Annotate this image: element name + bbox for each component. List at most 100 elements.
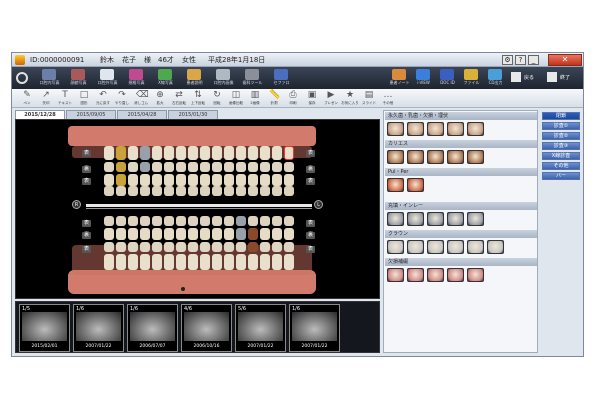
treatment-icon[interactable] [387,240,404,254]
tooth[interactable] [212,162,222,172]
aux-tool-button[interactable]: CD出力 [484,69,507,87]
tooth[interactable] [188,216,198,226]
tooth[interactable] [152,174,162,186]
tooth[interactable] [200,186,210,196]
tooth[interactable] [104,162,114,172]
main-tool-button[interactable]: セファロ [268,69,295,87]
xray-thumbnail[interactable]: 1/6 2007/01/22 [289,304,340,352]
treatment-icon[interactable] [387,268,404,282]
tooth[interactable] [116,174,126,186]
tooth[interactable] [152,228,162,240]
side-button[interactable]: その他 [542,162,580,170]
tooth[interactable] [164,216,174,226]
tooth[interactable] [104,174,114,186]
tooth[interactable] [272,228,282,240]
tooth[interactable] [272,254,282,270]
tooth[interactable] [224,186,234,196]
tooth[interactable] [224,146,234,160]
treatment-icon[interactable] [467,212,484,226]
tooth[interactable] [188,162,198,172]
close-button[interactable]: ✕ [548,54,582,66]
tooth[interactable] [176,186,186,196]
tooth[interactable] [284,174,294,186]
tooth[interactable] [212,146,222,160]
tooth[interactable] [236,186,246,196]
xray-thumbnail[interactable]: 5/6 2007/01/22 [235,304,286,352]
xray-thumbnail[interactable]: 1/6 2006/07/07 [127,304,178,352]
tooth[interactable] [224,174,234,186]
tooth[interactable] [152,254,162,270]
tooth[interactable] [152,186,162,196]
treatment-icon[interactable] [427,122,444,136]
tooth[interactable] [200,146,210,160]
tooth[interactable] [188,228,198,240]
tooth[interactable] [260,254,270,270]
tooth[interactable] [140,174,150,186]
tooth[interactable] [116,216,126,226]
tooth[interactable] [236,162,246,172]
main-tool-button[interactable]: 顔貌写真 [65,69,92,87]
tooth[interactable] [104,186,114,196]
aux-tool-button[interactable]: 患者ノート [388,69,411,87]
tooth[interactable] [284,162,294,172]
tooth[interactable] [104,216,114,226]
tooth[interactable] [176,162,186,172]
tooth[interactable] [140,162,150,172]
side-button[interactable]: 診査③ [542,142,580,150]
tooth[interactable] [164,174,174,186]
tooth[interactable] [140,216,150,226]
tooth[interactable] [104,228,114,240]
tooth[interactable] [236,216,246,226]
tooth[interactable] [176,228,186,240]
main-tool-button[interactable]: X線写真 [152,69,179,87]
tooth[interactable] [212,228,222,240]
tooth[interactable] [212,174,222,186]
back-button[interactable]: 戻る [509,70,543,86]
treatment-icon[interactable] [427,240,444,254]
tooth[interactable] [236,242,246,252]
treatment-icon[interactable] [407,150,424,164]
tooth[interactable] [212,242,222,252]
treatment-icon[interactable] [387,178,404,192]
treatment-icon[interactable] [387,212,404,226]
tooth[interactable] [272,186,282,196]
tooth[interactable] [152,146,162,160]
tooth[interactable] [164,162,174,172]
tooth[interactable] [212,254,222,270]
tooth[interactable] [200,242,210,252]
settings-button[interactable]: ⚙ [502,55,513,65]
treatment-icon[interactable] [467,240,484,254]
tooth[interactable] [248,254,258,270]
tooth[interactable] [116,186,126,196]
tooth[interactable] [248,242,258,252]
exit-button[interactable]: 終了 [545,70,581,86]
tooth[interactable] [164,242,174,252]
treatment-icon[interactable] [447,268,464,282]
tooth[interactable] [224,162,234,172]
tooth[interactable] [128,254,138,270]
tooth[interactable] [248,162,258,172]
tooth[interactable] [188,174,198,186]
tooth[interactable] [152,216,162,226]
xray-thumbnail[interactable]: 1/6 2007/01/22 [73,304,124,352]
main-tool-button[interactable]: 口腔内画像 [210,69,237,87]
treatment-icon[interactable] [447,122,464,136]
treatment-icon[interactable] [407,212,424,226]
main-tool-button[interactable]: 患者説明 [181,69,208,87]
tooth[interactable] [272,242,282,252]
tooth[interactable] [140,254,150,270]
treatment-icon[interactable] [447,212,464,226]
tooth[interactable] [176,174,186,186]
tooth[interactable] [224,242,234,252]
main-tool-button[interactable]: 口腔内写真 [36,69,63,87]
treatment-icon[interactable] [427,212,444,226]
side-button[interactable]: 診査① [542,122,580,130]
tooth[interactable] [248,228,258,240]
aux-tool-button[interactable]: ファイル [460,69,483,87]
main-tool-button[interactable]: 歯科ツール [239,69,266,87]
tooth[interactable] [176,216,186,226]
tooth[interactable] [128,174,138,186]
tooth[interactable] [164,228,174,240]
tooth[interactable] [260,228,270,240]
tooth[interactable] [140,242,150,252]
